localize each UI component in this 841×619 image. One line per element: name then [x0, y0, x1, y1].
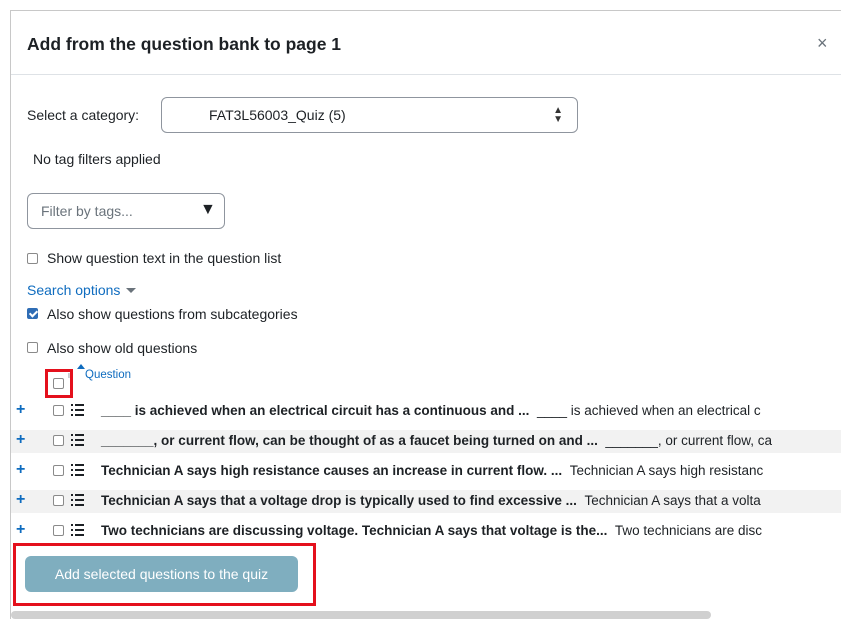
question-text: Technician A says that a volta — [584, 493, 761, 508]
show-question-text-checkbox[interactable] — [27, 253, 38, 264]
question-text: ____ is achieved when an electrical c — [536, 403, 761, 418]
table-row: + Technician A says high resistance caus… — [11, 460, 841, 483]
updown-arrows-icon: ▲ ▼ — [553, 105, 563, 125]
question-name[interactable]: Technician A says that a voltage drop is… — [101, 493, 761, 508]
plus-icon[interactable]: + — [16, 491, 25, 509]
add-selected-questions-button[interactable]: Add selected questions to the quiz — [25, 556, 298, 592]
plus-icon[interactable]: + — [16, 521, 25, 539]
modal-header: Add from the question bank to page 1 × — [11, 11, 841, 75]
sort-indicator: I — [68, 373, 70, 380]
question-bank-modal: Add from the question bank to page 1 × S… — [10, 10, 841, 619]
search-options-toggle[interactable]: Search options — [27, 282, 137, 300]
old-questions-checkbox[interactable] — [27, 342, 38, 353]
list-icon — [71, 493, 85, 507]
old-questions-label: Also show old questions — [47, 340, 198, 356]
row-checkbox[interactable] — [53, 525, 64, 536]
question-column-header[interactable]: Question — [85, 369, 131, 381]
list-icon — [71, 403, 85, 417]
row-checkbox[interactable] — [53, 495, 64, 506]
table-row: + Technician A says that a voltage drop … — [11, 490, 841, 513]
search-options-label: Search options — [27, 282, 121, 298]
table-row: + _______, or current flow, can be thoug… — [11, 430, 841, 453]
table-row: + Two technicians are discussing voltage… — [11, 520, 841, 543]
list-icon — [71, 433, 85, 447]
list-icon — [71, 463, 85, 477]
select-all-checkbox[interactable] — [53, 378, 64, 389]
subcategories-label: Also show questions from subcategories — [47, 306, 298, 322]
question-name[interactable]: _______, or current flow, can be thought… — [101, 433, 772, 448]
plus-icon[interactable]: + — [16, 431, 25, 449]
triangle-down-icon[interactable]: ▼ — [200, 201, 216, 219]
category-selected-value: FAT3L56003_Quiz (5) — [209, 107, 346, 123]
plus-icon[interactable]: + — [16, 461, 25, 479]
show-question-text-label: Show question text in the question list — [47, 250, 282, 266]
question-text: _______, or current flow, ca — [605, 433, 772, 448]
question-text: Technician A says high resistanc — [569, 463, 764, 478]
caret-down-icon — [126, 288, 137, 294]
sort-asc-icon[interactable] — [77, 364, 85, 369]
question-name[interactable]: ____ is achieved when an electrical circ… — [101, 403, 761, 418]
close-icon[interactable]: × — [817, 33, 828, 53]
tag-filter-status: No tag filters applied — [33, 151, 161, 167]
tag-filter: ▼ — [27, 193, 225, 229]
question-name[interactable]: Two technicians are discussing voltage. … — [101, 523, 762, 538]
category-label: Select a category: — [27, 107, 140, 123]
row-checkbox[interactable] — [53, 405, 64, 416]
category-select[interactable]: FAT3L56003_Quiz (5) ▲ ▼ — [161, 97, 578, 133]
question-name[interactable]: Technician A says high resistance causes… — [101, 463, 763, 478]
subcategories-checkbox[interactable] — [27, 308, 38, 319]
question-text: Two technicians are disc — [614, 523, 762, 538]
table-row: + ____ is achieved when an electrical ci… — [11, 400, 841, 423]
modal-title: Add from the question bank to page 1 — [27, 34, 342, 54]
plus-icon[interactable]: + — [16, 401, 25, 419]
row-checkbox[interactable] — [53, 435, 64, 446]
row-checkbox[interactable] — [53, 465, 64, 476]
list-icon — [71, 523, 85, 537]
tag-filter-input[interactable] — [29, 195, 179, 227]
